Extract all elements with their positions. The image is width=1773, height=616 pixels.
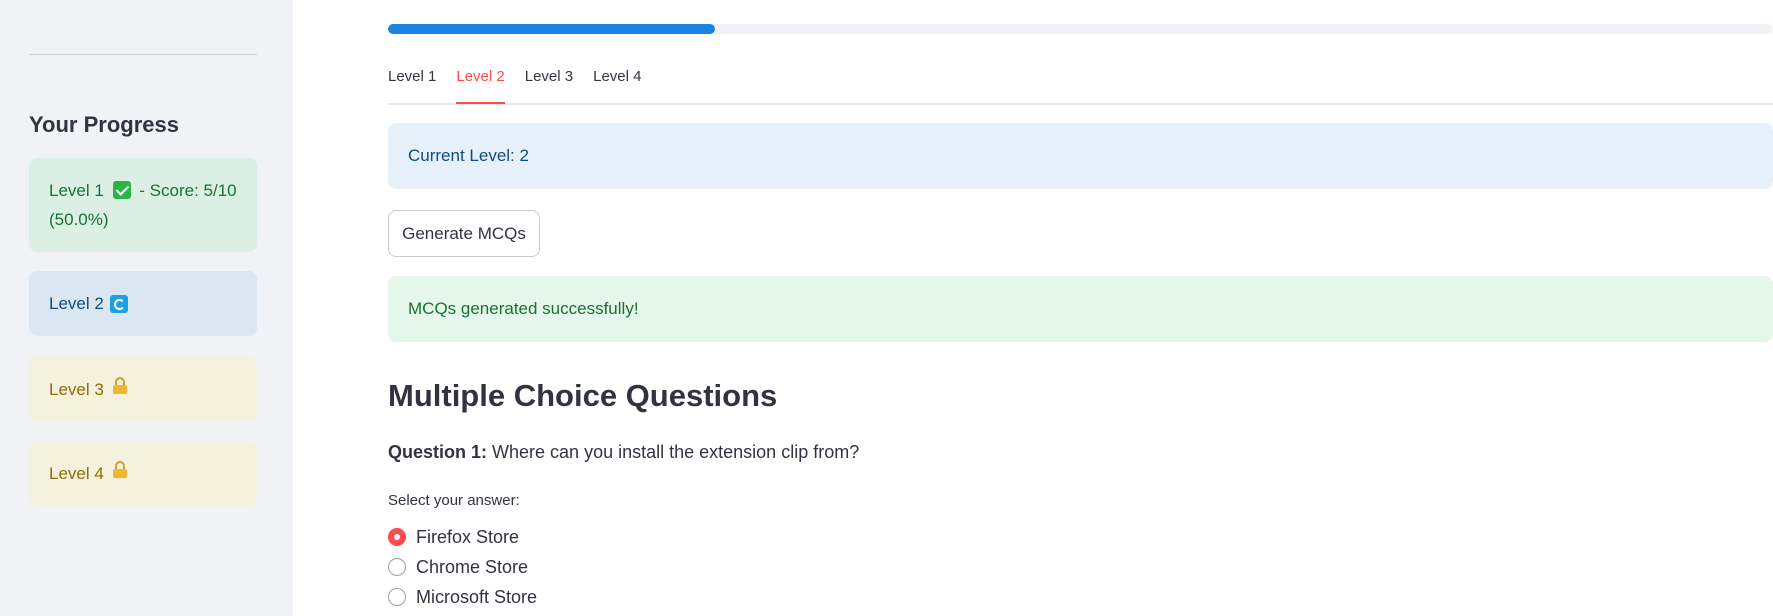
tab-level-4[interactable]: Level 4 [593, 62, 641, 97]
sidebar-title: Your Progress [29, 112, 179, 137]
question-number: Question 1: [388, 442, 488, 462]
current-level-alert: Current Level: 2 [388, 123, 1773, 189]
success-alert: MCQs generated successfully! [388, 276, 1773, 342]
success-text: MCQs generated successfully! [408, 299, 639, 318]
progress-card-level-1: Level 1 - Score: 5/10 (50.0%) [29, 158, 257, 252]
progress-card-label: Level 4 [49, 464, 104, 483]
answer-option-label: Chrome Store [416, 556, 529, 577]
answer-option-chrome-store[interactable]: Chrome Store [388, 556, 528, 578]
radio-icon[interactable] [388, 588, 406, 606]
lock-icon [112, 375, 128, 404]
progress-bar [388, 24, 1773, 34]
section-heading: Multiple Choice Questions [388, 378, 778, 413]
radio-icon[interactable] [388, 558, 406, 576]
answer-option-firefox-store[interactable]: Firefox Store [388, 526, 519, 548]
current-level-text: Current Level: 2 [408, 146, 529, 165]
progress-card-level-2: Level 2 [29, 271, 257, 336]
sidebar: Your Progress Level 1 - Score: 5/10 (50.… [0, 0, 293, 616]
sidebar-divider [29, 54, 257, 55]
progress-card-label: Level 2 [49, 294, 104, 313]
progress-card-label: Level 1 [49, 181, 104, 200]
refresh-icon [109, 294, 128, 313]
tab-level-1[interactable]: Level 1 [388, 62, 436, 97]
level-tabs: Level 1 Level 2 Level 3 Level 4 [388, 62, 1773, 105]
tab-level-2[interactable]: Level 2 [456, 62, 505, 104]
answer-select-label: Select your answer: [388, 492, 520, 509]
generate-mcqs-button[interactable]: Generate MCQs [388, 210, 540, 257]
main-content: Level 1 Level 2 Level 3 Level 4 Current … [388, 0, 1773, 616]
tab-level-3[interactable]: Level 3 [525, 62, 573, 97]
radio-selected-icon[interactable] [388, 528, 406, 546]
question-body: Where can you install the extension clip… [492, 442, 860, 462]
progress-card-level-3: Level 3 [29, 357, 257, 421]
answer-option-microsoft-store[interactable]: Microsoft Store [388, 586, 537, 608]
progress-card-level-4: Level 4 [29, 441, 257, 506]
progress-card-label: Level 3 [49, 379, 104, 399]
answer-option-label: Microsoft Store [416, 586, 538, 607]
check-icon [112, 181, 131, 199]
question-text: Question 1: Where can you install the ex… [388, 442, 859, 463]
progress-bar-fill [388, 24, 715, 34]
lock-icon [112, 459, 128, 488]
answer-option-label: Firefox Store [416, 526, 520, 547]
